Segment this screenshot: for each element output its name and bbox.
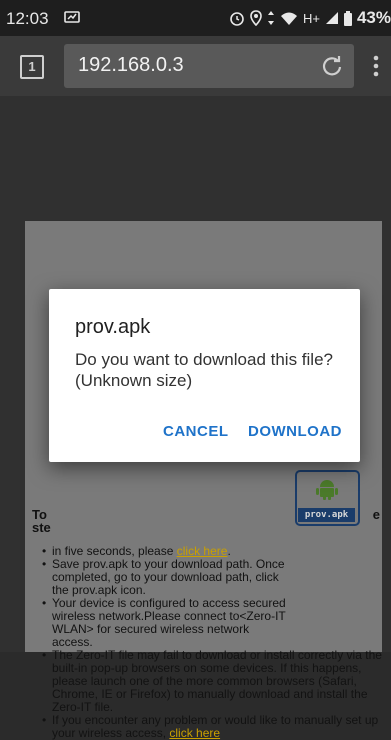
download-dialog: prov.apk Do you want to download this fi… xyxy=(49,289,360,462)
step-item: If you encounter any problem or would li… xyxy=(42,714,391,740)
step-text: The Zero-IT file may fail to download or… xyxy=(52,648,382,714)
cancel-button[interactable]: CANCEL xyxy=(163,423,229,440)
dialog-message: Do you want to download this file? (Unkn… xyxy=(75,350,333,390)
click-here-link[interactable]: click here xyxy=(169,726,220,740)
step-item: The Zero-IT file may fail to download or… xyxy=(42,648,391,714)
download-button[interactable]: DOWNLOAD xyxy=(248,423,342,440)
dialog-title: prov.apk xyxy=(75,316,151,338)
